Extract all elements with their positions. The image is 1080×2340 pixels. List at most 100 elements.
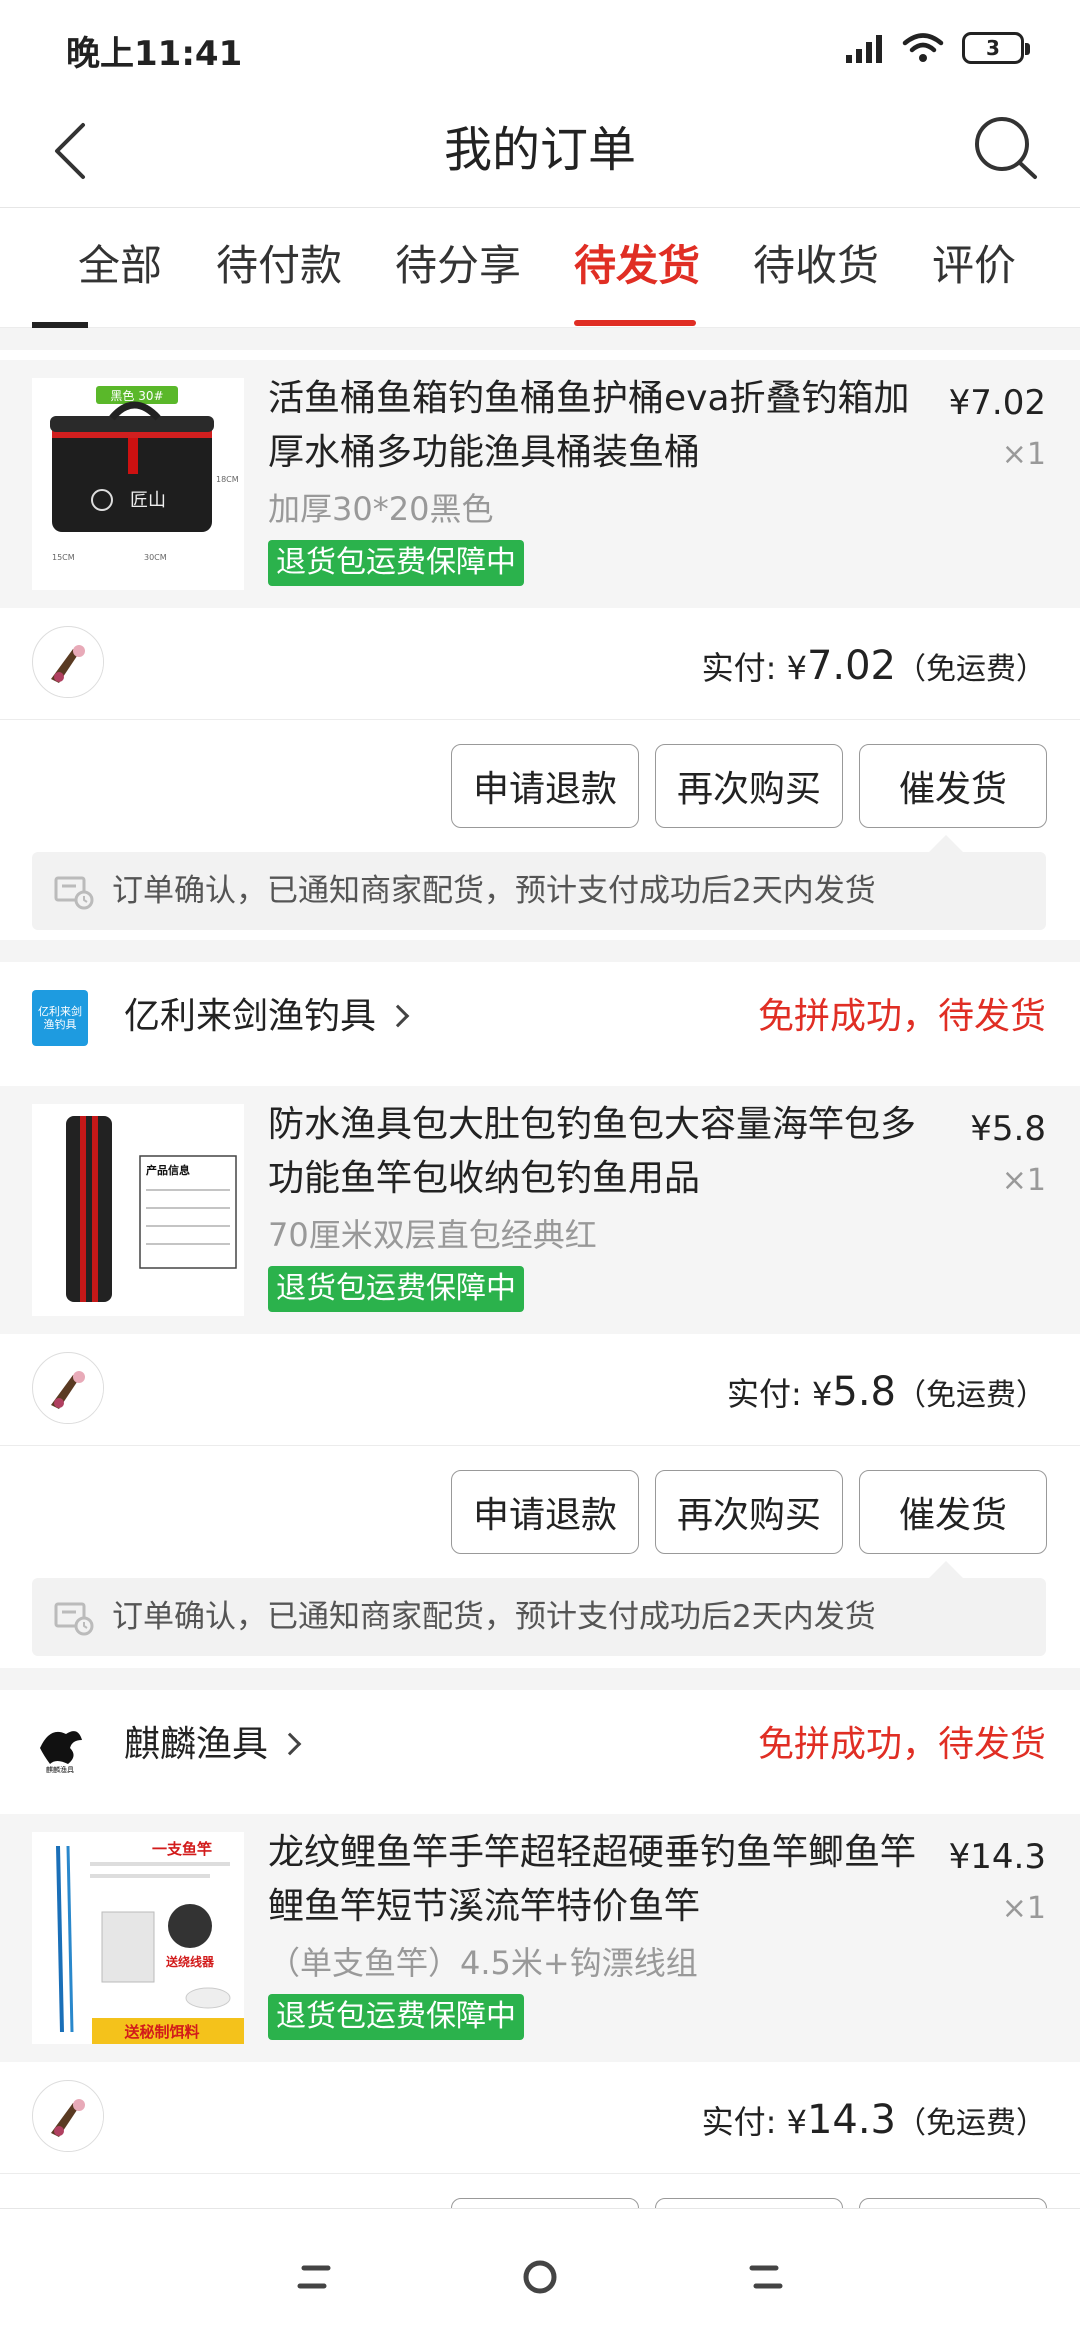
return-shipping-badge: 退货包运费保障中	[268, 540, 524, 586]
paid-label: 实付:	[701, 649, 787, 687]
goods-title: 活鱼桶鱼箱钓鱼桶鱼护桶eva折叠钓箱加厚水桶多功能渔具桶装鱼桶	[268, 378, 910, 473]
paid-amount: 实付: ¥7.02（免运费）	[702, 638, 1046, 698]
rebuy-button[interactable]: 再次购买	[655, 744, 843, 828]
order-actions: 申请退款 再次购买 催发货	[0, 1446, 1080, 1574]
chevron-right-icon	[278, 1732, 302, 1756]
rebuy-button[interactable]: 再次购买	[655, 1470, 843, 1554]
shipping-notice: 订单确认，已通知商家配货，预计支付成功后2天内发货	[32, 1578, 1046, 1656]
refund-button[interactable]: 申请退款	[451, 744, 639, 828]
goods-spec: （单支鱼竿）4.5米+钩漂线组	[268, 1944, 698, 1982]
goods-quantity: ×1	[1001, 1891, 1046, 1926]
urge-shipment-button[interactable]: 催发货	[859, 1470, 1047, 1554]
shipping-note: （免运费）	[896, 652, 1046, 687]
paid-amount: 实付: ¥14.3（免运费）	[702, 2092, 1046, 2152]
paid-label: 实付:	[727, 1375, 813, 1413]
tab-all[interactable]: 全部	[78, 238, 162, 294]
goods-spec: 加厚30*20黑色	[268, 490, 494, 528]
shop-logo: 亿利来剑渔钓具	[32, 990, 88, 1046]
image-height-text: 18CM	[216, 475, 239, 484]
shop-row[interactable]: 亿利来剑渔钓具 亿利来剑渔钓具 免拼成功，待发货	[0, 962, 1080, 1074]
paid-value: 14.3	[806, 2097, 896, 2143]
paid-value: 7.02	[806, 643, 896, 689]
paid-currency: ¥	[786, 649, 807, 687]
order-actions: 申请退款 再次购买 催发货	[0, 720, 1080, 848]
menu-nav-icon[interactable]	[288, 2249, 344, 2305]
tab-pending-shipment[interactable]: 待发货	[574, 238, 700, 294]
wifi-icon	[902, 33, 944, 62]
paid-currency: ¥	[786, 2103, 807, 2141]
goods-item[interactable]: 黑色 30# 匠山 18CM 15CM 30CM 活鱼桶鱼箱钓鱼桶鱼护桶eva折…	[0, 360, 1080, 608]
goods-price: ¥7.02	[948, 383, 1046, 423]
goods-quantity: ×1	[1001, 437, 1046, 472]
goods-price: ¥14.3	[948, 1837, 1046, 1877]
battery-icon: 3	[962, 32, 1030, 64]
home-nav-icon[interactable]	[512, 2249, 568, 2305]
order-tabs: 全部 待付款 待分享 待发货 待收货 评价	[0, 208, 1080, 328]
tab-pending-payment[interactable]: 待付款	[216, 238, 342, 294]
image-tag-text: 黑色 30#	[110, 389, 163, 403]
image-brand-text: 匠山	[130, 490, 166, 511]
shipping-note: （免运费）	[896, 1378, 1046, 1413]
shop-logo: 麒麟渔具	[32, 1718, 88, 1774]
goods-item[interactable]: 一支鱼竿 送绕线器 送秘制饵料 龙纹鲤鱼竿手竿超轻超硬垂钓鱼竿鲫鱼竿鲤鱼竿短节溪…	[0, 1814, 1080, 2062]
truck-clock-icon	[54, 1602, 94, 1636]
avatar[interactable]	[32, 1352, 104, 1424]
paid-currency: ¥	[812, 1375, 833, 1413]
shop-name[interactable]: 麒麟渔具	[124, 1720, 302, 1770]
goods-item[interactable]: 产品信息 防水渔具包大肚包钓鱼包大容量海竿包多功能鱼竿包收纳包钓鱼用品 70厘米…	[0, 1086, 1080, 1334]
image-width-text: 30CM	[144, 553, 167, 562]
goods-price: ¥5.8	[970, 1109, 1046, 1149]
order-card: 亿利来剑渔钓具 亿利来剑渔钓具 免拼成功，待发货 产品信息 防水渔具包大肚包钓鱼…	[0, 962, 1080, 1668]
order-status: 免拼成功，待发货	[757, 996, 1046, 1037]
status-time: 晚上11:41	[66, 34, 243, 74]
status-icons: 3	[844, 28, 1030, 68]
goods-title: 龙纹鲤鱼竿手竿超轻超硬垂钓鱼竿鲫鱼竿鲤鱼竿短节溪流竿特价鱼竿	[268, 1832, 917, 1927]
tab-pending-receipt[interactable]: 待收货	[753, 238, 879, 294]
image-bottom-text: 送秘制饵料	[123, 2023, 199, 2041]
active-tab-indicator	[574, 320, 696, 326]
notice-text: 订单确认，已通知商家配货，预计支付成功后2天内发货	[112, 1599, 876, 1635]
goods-image: 黑色 30# 匠山 18CM 15CM 30CM	[32, 378, 244, 590]
goods-spec: 70厘米双层直包经典红	[268, 1216, 597, 1254]
order-card: 黑色 30# 匠山 18CM 15CM 30CM 活鱼桶鱼箱钓鱼桶鱼护桶eva折…	[0, 350, 1080, 940]
urge-shipment-button[interactable]: 催发货	[859, 744, 1047, 828]
page-title: 我的订单	[443, 122, 636, 178]
notice-text: 订单确认，已通知商家配货，预计支付成功后2天内发货	[112, 873, 876, 909]
goods-title: 防水渔具包大肚包钓鱼包大容量海竿包多功能鱼竿包收纳包钓鱼用品	[268, 1104, 917, 1199]
image-depth-text: 15CM	[52, 553, 75, 562]
goods-quantity: ×1	[1001, 1163, 1046, 1198]
payment-row: 实付: ¥7.02（免运费）	[0, 608, 1080, 720]
refund-button[interactable]: 申请退款	[451, 1470, 639, 1554]
paid-amount: 实付: ¥5.8（免运费）	[727, 1364, 1046, 1424]
search-icon[interactable]	[966, 108, 1046, 188]
paid-label: 实付:	[701, 2103, 787, 2141]
image-top-text: 一支鱼竿	[152, 1840, 212, 1858]
paid-value: 5.8	[832, 1369, 896, 1415]
tab-review[interactable]: 评价	[932, 238, 1016, 294]
shipping-notice: 订单确认，已通知商家配货，预计支付成功后2天内发货	[32, 852, 1046, 930]
return-shipping-badge: 退货包运费保障中	[268, 1266, 524, 1312]
payment-row: 实付: ¥14.3（免运费）	[0, 2062, 1080, 2174]
back-nav-icon[interactable]	[736, 2249, 792, 2305]
avatar[interactable]	[32, 2080, 104, 2152]
payment-row: 实付: ¥5.8（免运费）	[0, 1334, 1080, 1446]
image-mid-text: 送绕线器	[165, 1954, 215, 1969]
scroll-indicator	[32, 322, 88, 328]
shop-row[interactable]: 麒麟渔具 麒麟渔具 免拼成功，待发货	[0, 1690, 1080, 1802]
status-bar: 晚上11:41 3	[0, 0, 1080, 96]
image-info-text: 产品信息	[146, 1163, 190, 1177]
tab-pending-share[interactable]: 待分享	[395, 238, 521, 294]
order-status: 免拼成功，待发货	[757, 1724, 1046, 1765]
order-card: 麒麟渔具 麒麟渔具 免拼成功，待发货 一支鱼竿 送绕线器 送秘制饵料 龙纹鲤鱼竿…	[0, 1690, 1080, 2282]
system-nav-bar	[0, 2208, 1080, 2340]
chevron-right-icon	[386, 1004, 410, 1028]
goods-image: 产品信息	[32, 1104, 244, 1316]
shipping-note: （免运费）	[896, 2106, 1046, 2141]
truck-clock-icon	[54, 876, 94, 910]
shop-name[interactable]: 亿利来剑渔钓具	[124, 992, 410, 1042]
shop-logo-text: 麒麟渔具	[46, 1765, 74, 1774]
avatar[interactable]	[32, 626, 104, 698]
return-shipping-badge: 退货包运费保障中	[268, 1994, 524, 2040]
goods-image: 一支鱼竿 送绕线器 送秘制饵料	[32, 1832, 244, 2044]
title-bar: 我的订单	[0, 96, 1080, 208]
